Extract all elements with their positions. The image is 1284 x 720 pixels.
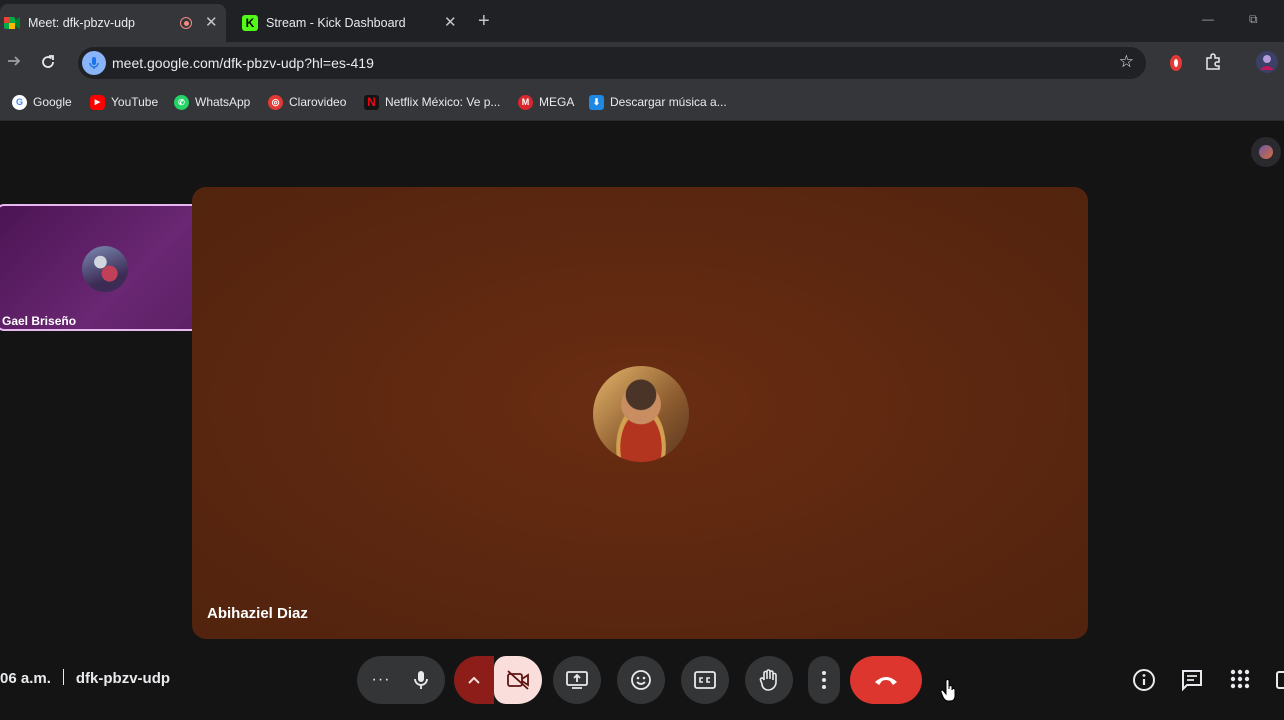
download-icon: ⬇ (589, 94, 604, 110)
captions-icon (694, 671, 716, 689)
meet-stage: Gael Briseño Abihaziel Diaz 06 a.m. dfk-p… (0, 121, 1284, 720)
present-screen-button[interactable] (553, 656, 601, 704)
bookmark-whatsapp[interactable]: ✆ WhatsApp (174, 93, 250, 111)
browser-toolbar: meet.google.com/dfk-pbzv-udp?hl=es-419 ☆ (0, 42, 1284, 84)
chat-icon[interactable] (1180, 668, 1204, 697)
avatar (82, 246, 128, 292)
host-controls-icon[interactable] (1276, 668, 1284, 697)
address-bar[interactable]: meet.google.com/dfk-pbzv-udp?hl=es-419 ☆ (78, 47, 1146, 79)
bookmark-clarovideo[interactable]: ◎ Clarovideo (268, 93, 346, 111)
bookmark-label: Netflix México: Ve p... (385, 95, 501, 109)
tab-strip: Meet: dfk-pbzv-udp ✕ K Stream - Kick Das… (0, 0, 1284, 42)
url-text[interactable]: meet.google.com/dfk-pbzv-udp?hl=es-419 (112, 55, 374, 71)
netflix-icon: N (364, 94, 379, 110)
close-tab-icon[interactable]: ✕ (444, 15, 457, 31)
profile-avatar-icon[interactable] (1256, 51, 1278, 78)
google-icon: G (12, 94, 27, 110)
minimize-icon[interactable]: — (1202, 12, 1214, 26)
avatar (593, 366, 689, 462)
self-view-avatar[interactable] (1251, 137, 1281, 167)
raise-hand-icon (759, 669, 777, 691)
meeting-code: dfk-pbzv-udp (75, 670, 171, 687)
bookmark-label: WhatsApp (195, 95, 251, 109)
emoji-icon (631, 670, 651, 690)
bookmark-label: Descargar música a... (610, 95, 727, 109)
bookmark-label: Google (33, 95, 72, 109)
raise-hand-button[interactable] (745, 656, 793, 704)
microphone-icon[interactable] (401, 670, 441, 690)
meeting-details-icon[interactable] (1132, 668, 1156, 697)
emoji-reactions-button[interactable] (617, 656, 665, 704)
restore-icon[interactable]: ⧉ (1249, 12, 1258, 27)
mic-control-group: ··· (357, 656, 445, 704)
tab-title: Meet: dfk-pbzv-udp (28, 16, 135, 30)
participant-name: Abihaziel Diaz (207, 605, 308, 622)
close-tab-icon[interactable]: ✕ (205, 15, 218, 31)
google-meet-icon (4, 15, 20, 31)
kick-icon: K (242, 15, 258, 31)
youtube-icon: ▶ (90, 94, 105, 110)
more-audio-options-icon[interactable]: ··· (361, 671, 401, 689)
bookmark-label: Clarovideo (289, 95, 347, 109)
captions-button[interactable] (681, 656, 729, 704)
microphone-site-icon[interactable] (82, 51, 106, 75)
activities-grid-icon[interactable] (1229, 668, 1251, 695)
tab-meet[interactable]: Meet: dfk-pbzv-udp ✕ (0, 4, 226, 42)
bookmark-mega[interactable]: M MEGA (518, 93, 574, 111)
bookmark-star-icon[interactable]: ☆ (1119, 52, 1134, 72)
bookmark-label: YouTube (111, 95, 159, 109)
more-vert-icon (822, 671, 826, 689)
clarovideo-icon: ◎ (268, 94, 283, 110)
reload-icon[interactable] (40, 54, 56, 75)
extension-red-icon[interactable] (1168, 54, 1184, 77)
meeting-time: 06 a.m. (0, 670, 51, 687)
bookmark-youtube[interactable]: ▶ YouTube (90, 93, 158, 111)
camera-control-group (454, 656, 542, 704)
present-screen-icon (566, 671, 588, 689)
whatsapp-icon: ✆ (174, 94, 189, 110)
bookmarks-bar: G Google ▶ YouTube ✆ WhatsApp ◎ Clarovid… (0, 84, 1284, 121)
camera-options-icon[interactable] (454, 656, 494, 704)
participant-name: Gael Briseño (2, 314, 77, 328)
new-tab-icon[interactable]: + (478, 10, 490, 33)
mouse-cursor-icon (940, 679, 956, 702)
leave-call-button[interactable] (850, 656, 922, 704)
bookmark-descargar[interactable]: ⬇ Descargar música a... (589, 93, 727, 111)
tab-title: Stream - Kick Dashboard (266, 16, 406, 30)
bookmark-netflix[interactable]: N Netflix México: Ve p... (364, 93, 500, 111)
camera-off-icon[interactable] (494, 656, 542, 704)
more-options-button[interactable] (808, 656, 840, 704)
meeting-info: 06 a.m. dfk-pbzv-udp (0, 669, 170, 687)
divider (62, 669, 64, 685)
recording-icon (180, 17, 192, 29)
bookmark-label: MEGA (539, 95, 575, 109)
extensions-puzzle-icon[interactable] (1204, 53, 1222, 76)
participant-tile-main[interactable]: Abihaziel Diaz (192, 187, 1088, 639)
bookmark-google[interactable]: G Google (12, 93, 72, 111)
tab-kick[interactable]: K Stream - Kick Dashboard ✕ (238, 4, 464, 42)
end-call-icon (875, 677, 897, 685)
participant-tile-side[interactable]: Gael Briseño (0, 204, 220, 331)
forward-icon[interactable] (6, 53, 22, 74)
mega-icon: M (518, 94, 533, 110)
